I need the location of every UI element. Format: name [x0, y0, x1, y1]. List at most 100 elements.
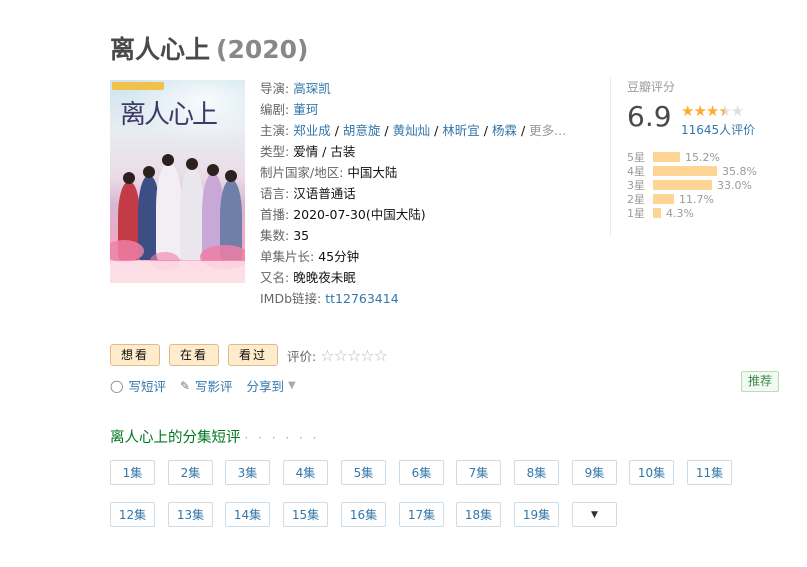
rate-stars[interactable]: ☆☆☆☆☆ [320, 346, 388, 365]
star-outline-icon[interactable]: ☆ [320, 346, 334, 365]
language-label: 语言: [260, 186, 290, 201]
episode-button[interactable]: 8集 [514, 460, 559, 485]
watched-button[interactable]: 看过 [228, 344, 279, 366]
rating-bar-fill [653, 152, 680, 162]
episode-section-title: 离人心上的分集短评 · · · · · · [110, 426, 319, 447]
cast-link[interactable]: 杨霖 [492, 123, 517, 138]
rating-bar-row: 5星 15.2% [627, 150, 757, 165]
title-year: (2020) [216, 35, 309, 64]
rating-score: 6.9 [627, 100, 672, 133]
share-link[interactable]: 分享到 ▼ [247, 376, 296, 395]
rating-bar-percent: 35.8% [722, 164, 757, 178]
imdb-link[interactable]: tt12763414 [325, 291, 398, 306]
rating-bar-fill [653, 166, 717, 176]
write-review-link[interactable]: ✎ 写影评 [180, 376, 233, 395]
episode-title-dots: · · · · · · [244, 431, 320, 445]
cast-link[interactable]: 郑业成 [293, 123, 331, 138]
rating-panel: 豆瓣评分 6.9 ★★★★★ 11645人评价 5星 15.2% 4星 35.8% 3星… [610, 78, 807, 236]
movie-info: 导演: 高琛凯 编剧: 董珂 主演: 郑业成 / 胡意旋 / 黄灿灿 / 林昕宜… [260, 78, 566, 309]
write-short-review-label: 写短评 [128, 379, 166, 394]
cast-row: 主演: 郑业成 / 胡意旋 / 黄灿灿 / 林昕宜 / 杨霖 / 更多... [260, 123, 567, 138]
episode-button[interactable]: 18集 [456, 502, 501, 527]
comment-icon: ◯ [110, 378, 124, 393]
episode-button[interactable]: 16集 [341, 502, 386, 527]
rating-bar-row: 4星 35.8% [627, 164, 757, 179]
title-text: 离人心上 [110, 35, 211, 64]
aka-value: 晚晚夜未眠 [293, 270, 356, 285]
rating-bar-percent: 11.7% [679, 192, 714, 206]
want-to-watch-button[interactable]: 想看 [110, 344, 161, 366]
episode-button[interactable]: 4集 [283, 460, 328, 485]
star-outline-icon[interactable]: ☆ [374, 346, 388, 365]
recommend-button[interactable]: 推荐 [741, 371, 780, 392]
genre-row: 类型: 爱情 / 古装 [260, 141, 566, 162]
aka-row: 又名: 晚晚夜未眠 [260, 267, 566, 288]
episodes-row: 集数: 35 [260, 225, 566, 246]
episode-button[interactable]: 6集 [399, 460, 444, 485]
rating-label: 豆瓣评分 [627, 80, 676, 94]
episodes-value: 35 [293, 228, 310, 243]
episode-button[interactable]: 12集 [110, 502, 155, 527]
episode-button[interactable]: 3集 [225, 460, 270, 485]
episode-button[interactable]: 2集 [168, 460, 213, 485]
episodes-label: 集数: [260, 228, 290, 243]
rating-bar-label: 1星 [627, 207, 645, 220]
action-bar: 想看 在看 看过 评价: ☆☆☆☆☆ [110, 344, 388, 366]
rating-bar-fill [653, 180, 712, 190]
writer-label: 编剧: [260, 102, 290, 117]
episode-button[interactable]: 10集 [629, 460, 674, 485]
star-outline-icon[interactable]: ☆ [360, 346, 374, 365]
runtime-value: 45分钟 [318, 249, 360, 264]
rating-bar-row: 3星 33.0% [627, 178, 757, 193]
watching-button[interactable]: 在看 [169, 344, 220, 366]
imdb-row: IMDb链接: tt12763414 [260, 288, 566, 309]
cast-more-link[interactable]: 更多... [529, 123, 566, 138]
episode-button[interactable]: 1集 [110, 460, 155, 485]
rate-label: 评价: [287, 348, 317, 364]
episode-button[interactable]: 13集 [168, 502, 213, 527]
episode-button[interactable]: 9集 [572, 460, 617, 485]
director-row: 导演: 高琛凯 [260, 78, 566, 99]
star-icon: ★ [705, 102, 719, 120]
region-value: 中国大陆 [347, 165, 398, 180]
episode-button[interactable]: 7集 [456, 460, 501, 485]
cast-link[interactable]: 林昕宜 [442, 123, 480, 138]
writer-link[interactable]: 董珂 [293, 102, 318, 117]
cast-link[interactable]: 胡意旋 [343, 123, 381, 138]
rating-bar-percent: 4.3% [666, 206, 694, 220]
rating-bar-percent: 15.2% [685, 150, 720, 164]
episode-button[interactable]: 19集 [514, 502, 559, 527]
cast-label: 主演: [260, 123, 290, 138]
star-outline-icon[interactable]: ☆ [334, 346, 348, 365]
episode-more-button[interactable]: ▼ [572, 502, 617, 527]
episode-button[interactable]: 17集 [399, 502, 444, 527]
cast-link[interactable]: 黄灿灿 [393, 123, 431, 138]
region-label: 制片国家/地区: [260, 165, 344, 180]
language-value: 汉语普通话 [293, 186, 356, 201]
genre-label: 类型: [260, 144, 290, 159]
writer-row: 编剧: 董珂 [260, 99, 566, 120]
star-outline-icon[interactable]: ☆ [347, 346, 361, 365]
runtime-label: 单集片长: [260, 249, 315, 264]
write-short-review-link[interactable]: ◯ 写短评 [110, 376, 166, 395]
rating-count-link[interactable]: 11645人评价 [681, 121, 755, 138]
pencil-icon: ✎ [179, 378, 191, 393]
episode-button[interactable]: 15集 [283, 502, 328, 527]
rating-bar-row: 1星 4.3% [627, 206, 757, 221]
episode-button[interactable]: 11集 [687, 460, 732, 485]
director-link[interactable]: 高琛凯 [293, 81, 331, 96]
half-star-icon: ★ [718, 102, 731, 120]
episode-button[interactable]: 5集 [341, 460, 386, 485]
caret-down-icon: ▼ [591, 510, 598, 520]
poster-calligraphy: 离人心上 [120, 100, 218, 130]
episode-button[interactable]: 14集 [225, 502, 270, 527]
chevron-down-icon: ▼ [288, 380, 296, 391]
rating-bar-row: 2星 11.7% [627, 192, 757, 207]
review-links: ◯ 写短评 ✎ 写影评 分享到 ▼ [110, 376, 310, 395]
page-title: 离人心上 (2020) [110, 30, 308, 66]
runtime-row: 单集片长: 45分钟 [260, 246, 566, 267]
write-review-label: 写影评 [195, 379, 233, 394]
premiere-value: 2020-07-30(中国大陆) [293, 207, 426, 222]
poster-image[interactable]: 离人心上 [110, 80, 245, 283]
rating-distribution: 5星 15.2% 4星 35.8% 3星 33.0% 2星 11.7% 1星 4.3% [627, 150, 757, 221]
